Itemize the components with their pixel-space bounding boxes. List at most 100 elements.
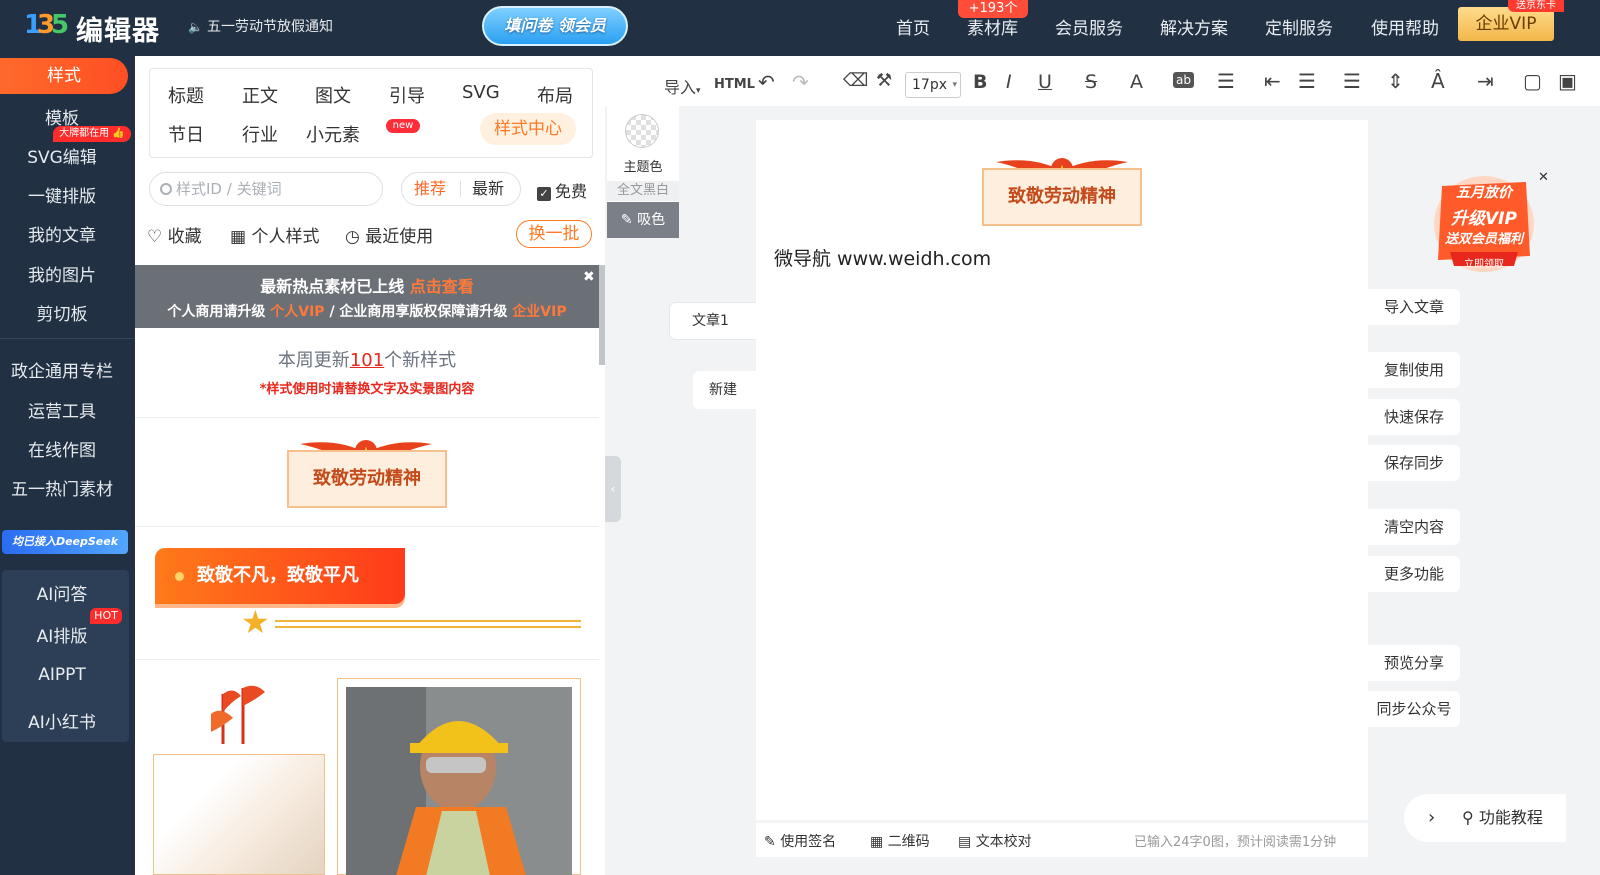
italic-icon[interactable]: I: [1006, 71, 1012, 93]
undo-icon[interactable]: ↶: [758, 70, 775, 94]
paragraph-spacing-icon[interactable]: ☰: [1298, 69, 1316, 93]
sidebar-item-ai-xhs[interactable]: AI小红书: [2, 708, 122, 733]
line-spacing-icon[interactable]: ☰: [1343, 69, 1361, 93]
category-image-text[interactable]: 图文: [315, 82, 351, 108]
nav-materials[interactable]: 素材库: [967, 14, 1018, 39]
survey-button[interactable]: 填问卷 领会员: [482, 6, 628, 46]
nav-help[interactable]: 使用帮助: [1371, 14, 1439, 39]
indent-icon[interactable]: ⇤: [1264, 69, 1281, 93]
bold-icon[interactable]: B: [973, 71, 987, 93]
category-style-center[interactable]: 样式中心: [480, 113, 576, 145]
grayscale-button[interactable]: 全文黑白: [607, 181, 679, 201]
strikethrough-icon[interactable]: S: [1085, 71, 1097, 93]
style-card-banner[interactable]: 致敬不凡，致敬平凡: [155, 548, 405, 604]
style-card-image[interactable]: [153, 754, 325, 875]
nav-membership[interactable]: 会员服务: [1055, 14, 1123, 39]
signature-button[interactable]: ✎ 使用签名: [764, 831, 836, 851]
search-placeholder: 样式ID / 关键词: [176, 180, 282, 198]
sidebar-item-ai-qa[interactable]: AI问答: [2, 580, 122, 605]
refresh-batch-button[interactable]: 换一批: [516, 220, 592, 248]
nav-solutions[interactable]: 解决方案: [1160, 14, 1228, 39]
document-tab[interactable]: 文章1: [669, 302, 756, 340]
save-sync-button[interactable]: 保存同步: [1368, 445, 1460, 481]
text-spacing-icon[interactable]: Â: [1431, 69, 1445, 93]
free-checkbox[interactable]: ✓ 免费: [537, 178, 587, 202]
tutorial-button[interactable]: › ⚲ 功能教程: [1404, 794, 1566, 842]
nav-custom[interactable]: 定制服务: [1265, 14, 1333, 39]
editor-canvas[interactable]: ★ 致敬劳动精神 微导航 www.weidh.com: [756, 120, 1368, 820]
letter-spacing-icon[interactable]: ⇕: [1387, 69, 1404, 93]
style-card-photo[interactable]: [337, 678, 581, 875]
sidebar-item-svg[interactable]: SVG编辑: [0, 143, 124, 168]
sidebar-item-may-day[interactable]: 五一热门素材: [0, 475, 124, 500]
editor-body-text[interactable]: 微导航 www.weidh.com: [774, 244, 991, 271]
category-title[interactable]: 标题: [168, 82, 204, 108]
sidebar-item-images[interactable]: 我的图片: [0, 261, 124, 286]
clear-content-button[interactable]: 清空内容: [1368, 509, 1460, 545]
divider: [135, 526, 599, 527]
sidebar-item-ai-ppt[interactable]: AIPPT: [2, 665, 122, 685]
category-guide[interactable]: 引导: [389, 82, 425, 108]
collapse-panel-button[interactable]: ‹: [605, 456, 621, 522]
app-name[interactable]: 编辑器: [76, 9, 160, 48]
close-icon[interactable]: ✕: [1538, 170, 1549, 185]
recent-button[interactable]: ◷ 最近使用: [345, 222, 433, 247]
sidebar-item-gov[interactable]: 政企通用专栏: [0, 357, 124, 382]
promo-banner[interactable]: 最新热点素材已上线 点击查看 个人商用请升级 个人VIP / 企业商用享版权保障…: [135, 265, 599, 328]
format-painter-icon[interactable]: ⚒: [876, 70, 892, 91]
ad-line3: 送双会员福利: [1444, 232, 1523, 247]
html-button[interactable]: HTML: [714, 77, 755, 92]
new-document-button[interactable]: 新建: [693, 371, 756, 409]
underline-icon[interactable]: U: [1038, 71, 1052, 93]
editor-title-card[interactable]: 致敬劳动精神: [982, 168, 1142, 226]
theme-color-swatch[interactable]: [625, 114, 659, 148]
my-styles-button[interactable]: ▦ 个人样式: [230, 222, 319, 247]
quick-save-button[interactable]: 快速保存: [1368, 399, 1460, 435]
close-icon[interactable]: ✖: [583, 269, 595, 285]
eraser-icon[interactable]: ⌫: [843, 70, 868, 91]
font-size-select[interactable]: 17px ▾: [905, 72, 961, 98]
sidebar-item-articles[interactable]: 我的文章: [0, 221, 124, 246]
import-article-button[interactable]: 导入文章: [1368, 289, 1460, 325]
qrcode-button[interactable]: ▦ 二维码: [870, 831, 930, 851]
nav-home[interactable]: 首页: [896, 14, 930, 39]
category-layout[interactable]: 布局: [537, 82, 573, 108]
logo-icon[interactable]: 1 3 5: [24, 10, 69, 42]
style-card-title[interactable]: 致敬劳动精神: [287, 450, 447, 508]
category-svg[interactable]: SVG: [462, 82, 500, 103]
sidebar-item-ai-layout[interactable]: AI排版: [2, 622, 122, 647]
sort-latest[interactable]: 最新: [472, 173, 504, 205]
proofread-button[interactable]: ▤ 文本校对: [958, 831, 1032, 851]
theme-color-label: 主题色: [623, 160, 663, 175]
more-functions-button[interactable]: 更多功能: [1368, 556, 1460, 592]
color-picker-button[interactable]: ✎ 吸色: [607, 202, 679, 238]
indent-more-icon[interactable]: ⇥: [1477, 69, 1494, 93]
sidebar-item-layout[interactable]: 一键排版: [0, 182, 124, 207]
decor-line: [275, 620, 581, 622]
copy-use-button[interactable]: 复制使用: [1368, 352, 1460, 388]
highlight-icon[interactable]: ab: [1173, 72, 1194, 88]
category-body[interactable]: 正文: [242, 82, 278, 108]
font-color-icon[interactable]: A: [1130, 71, 1143, 93]
sidebar-item-ops[interactable]: 运营工具: [0, 397, 124, 422]
sidebar-item-styles[interactable]: 样式: [0, 58, 128, 94]
notice-link[interactable]: 🔈 五一劳动节放假通知: [188, 16, 333, 36]
search-input[interactable]: 样式ID / 关键词: [149, 172, 383, 206]
preview-share-button[interactable]: 预览分享: [1368, 645, 1460, 681]
image-icon[interactable]: ▣: [1558, 69, 1577, 93]
sort-recommend[interactable]: 推荐: [414, 173, 446, 205]
vip-promo-ad[interactable]: 五月放价 升级VIP 送双会员福利 立即领取: [1420, 168, 1548, 276]
sidebar-item-clipboard[interactable]: 剪切板: [0, 300, 124, 325]
favorites-button[interactable]: ♡ 收藏: [147, 222, 202, 247]
panel-scrollbar[interactable]: [599, 265, 605, 365]
category-elements[interactable]: 小元素: [306, 121, 360, 147]
redo-icon[interactable]: ↷: [792, 70, 809, 94]
clear-format-icon[interactable]: ▢: [1523, 69, 1542, 93]
sidebar-item-draw[interactable]: 在线作图: [0, 436, 124, 461]
category-festival[interactable]: 节日: [168, 121, 204, 147]
import-button[interactable]: 导入▾: [664, 74, 701, 98]
sync-wechat-button[interactable]: 同步公众号: [1368, 691, 1460, 727]
enterprise-vip-button[interactable]: 企业VIP: [1458, 7, 1554, 41]
category-industry[interactable]: 行业: [242, 121, 278, 147]
align-icon[interactable]: ☰: [1217, 69, 1235, 93]
